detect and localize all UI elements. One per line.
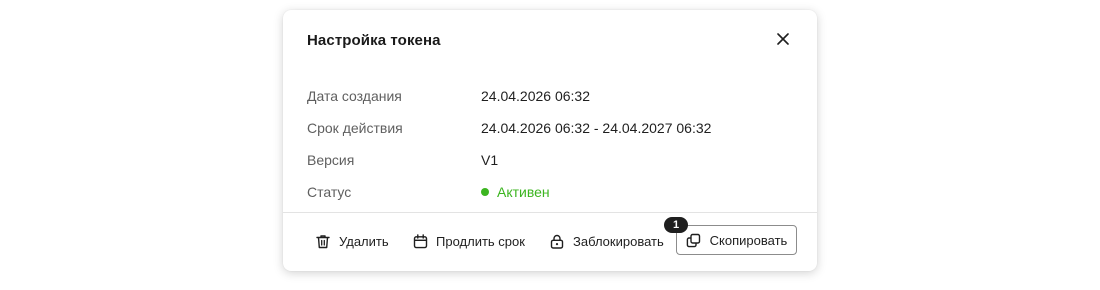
status-value: Активен [497,184,550,200]
modal-title: Настройка токена [307,32,441,49]
status-value-wrap: Активен [481,184,550,200]
calendar-icon [412,233,428,249]
delete-button[interactable]: Удалить [315,225,389,257]
token-info: Дата создания 24.04.2026 06:32 Срок дейс… [307,80,787,208]
copy-label: Скопировать [709,232,788,248]
info-row-created: Дата создания 24.04.2026 06:32 [307,80,787,112]
close-icon [777,32,789,50]
created-label: Дата создания [307,88,402,104]
status-label: Статус [307,184,352,200]
block-label: Заблокировать [573,233,664,249]
actions-bar: Удалить Продлить срок Заблокировать Скоп… [283,217,817,257]
info-row-version: Версия V1 [307,144,787,176]
copy-button[interactable]: Скопировать [676,225,797,255]
validity-value: 24.04.2026 06:32 - 24.04.2027 06:32 [481,120,712,136]
validity-label: Срок действия [307,120,403,136]
version-label: Версия [307,152,355,168]
info-row-status: Статус Активен [307,176,787,208]
version-value: V1 [481,152,499,168]
divider [283,212,817,213]
info-row-validity: Срок действия 24.04.2026 06:32 - 24.04.2… [307,112,787,144]
extend-button[interactable]: Продлить срок [412,225,525,257]
extend-label: Продлить срок [436,233,525,249]
status-dot [481,188,489,196]
token-settings-modal: Настройка токена Дата создания 24.04.202… [283,10,817,271]
trash-icon [315,233,331,249]
delete-label: Удалить [339,233,389,249]
copy-icon [686,232,702,248]
created-value: 24.04.2026 06:32 [481,88,590,104]
close-button[interactable] [773,31,793,51]
block-button[interactable]: Заблокировать [549,225,664,257]
lock-icon [549,233,565,249]
copy-count-badge: 1 [664,217,688,233]
